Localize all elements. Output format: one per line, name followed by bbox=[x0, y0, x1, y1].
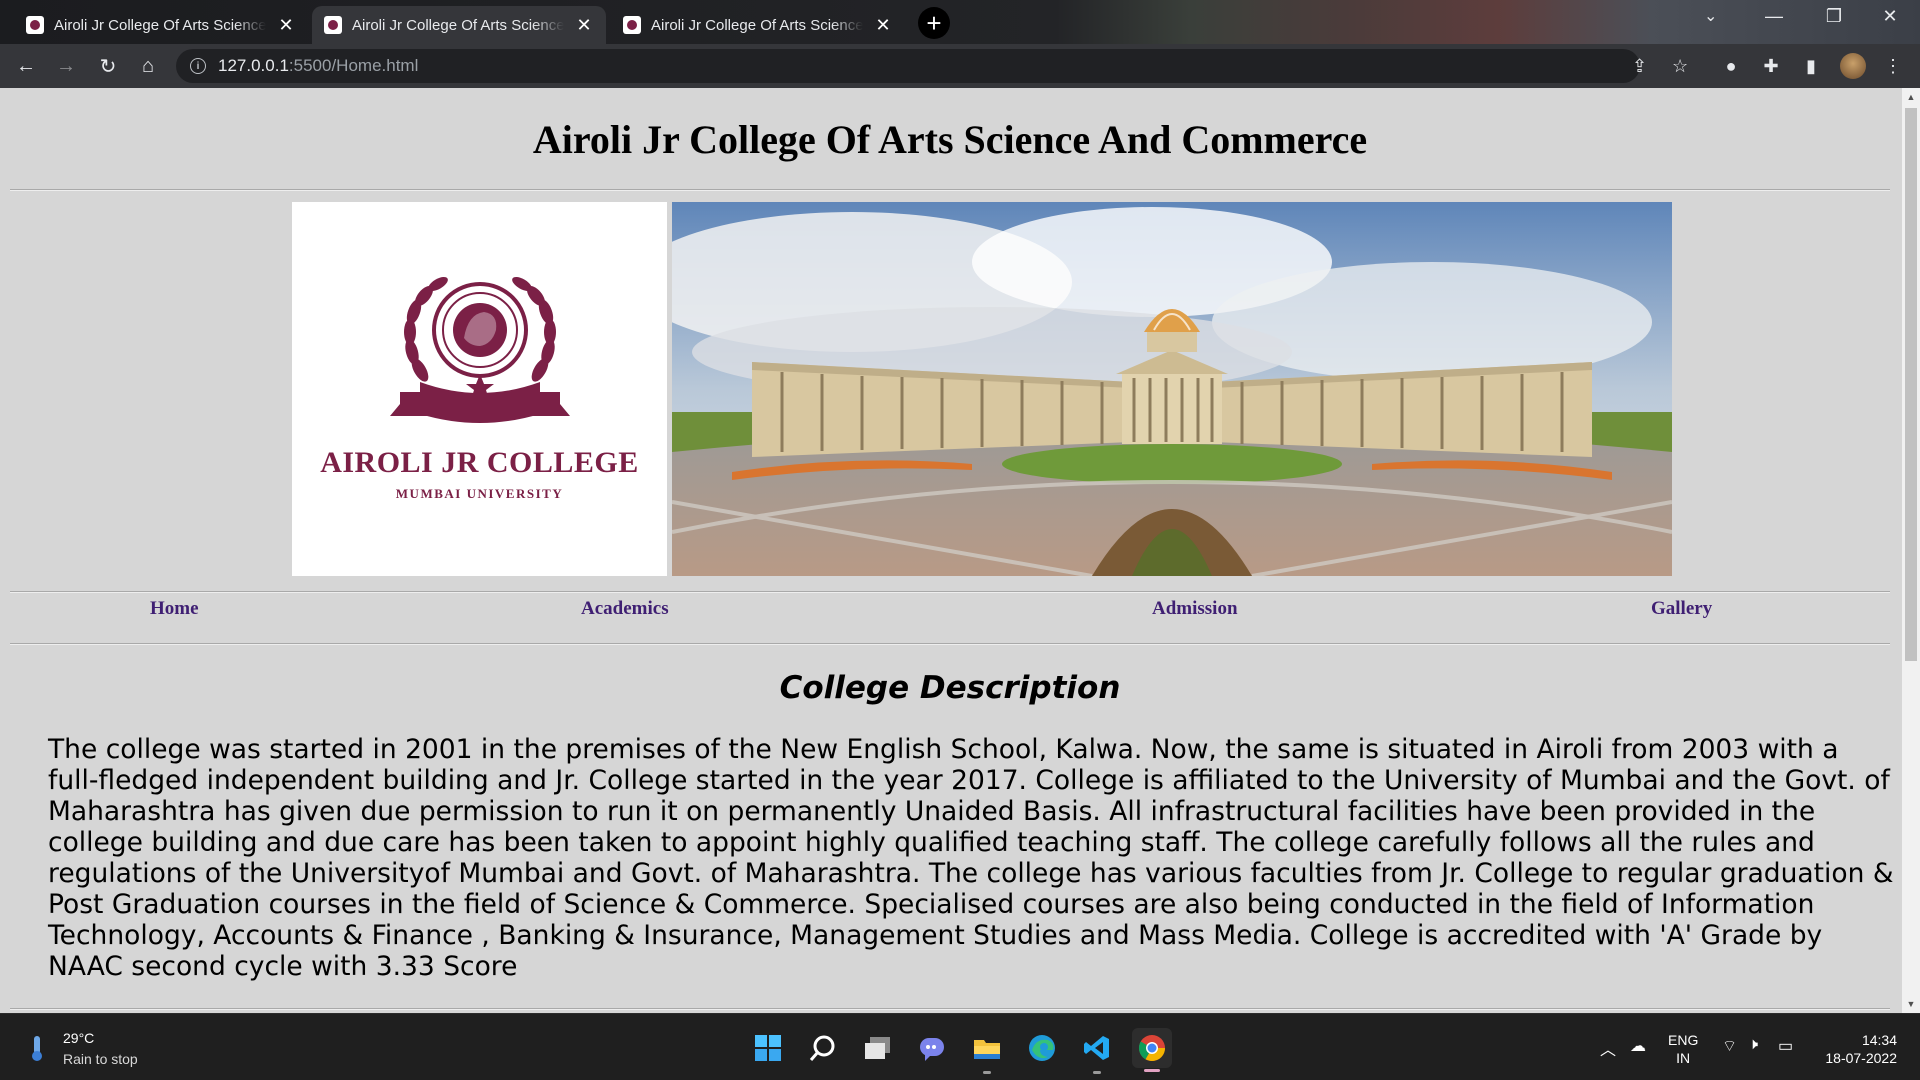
start-windows-icon[interactable] bbox=[748, 1028, 788, 1068]
back-arrow-icon[interactable]: ← bbox=[12, 52, 40, 80]
browser-tab-1[interactable]: Airoli Jr College Of Arts Science And Co… bbox=[14, 6, 308, 44]
browser-tab-strip: Airoli Jr College Of Arts Science And Co… bbox=[0, 0, 1920, 44]
browser-tab-3[interactable]: Airoli Jr College Of Arts Science And Co… bbox=[611, 6, 905, 44]
url-path: :5500/Home.html bbox=[288, 56, 419, 75]
nav-link-academics[interactable]: Academics bbox=[581, 598, 669, 620]
tab-title: Airoli Jr College Of Arts Science And Co… bbox=[54, 16, 266, 34]
edge-browser-icon[interactable] bbox=[1022, 1028, 1062, 1068]
description-text: The college was started in 2001 in the p… bbox=[48, 734, 1894, 982]
page-viewport: Airoli Jr College Of Arts Science And Co… bbox=[0, 88, 1920, 1013]
divider bbox=[10, 643, 1890, 645]
url-host: 127.0.0.1 bbox=[218, 56, 289, 75]
main-navigation: Home Academics Admission Gallery bbox=[10, 592, 1890, 628]
scrollbar-thumb[interactable] bbox=[1905, 108, 1917, 661]
minimize-icon[interactable]: — bbox=[1754, 6, 1794, 27]
bookmark-star-icon[interactable]: ☆ bbox=[1672, 49, 1688, 83]
nav-link-gallery[interactable]: Gallery bbox=[1651, 598, 1712, 620]
menu-kebab-icon[interactable]: ⋮ bbox=[1880, 53, 1906, 79]
extensions-puzzle-icon[interactable]: ✚ bbox=[1758, 53, 1784, 79]
task-view-icon[interactable] bbox=[858, 1028, 898, 1068]
tab-title: Airoli Jr College Of Arts Science And Co… bbox=[352, 16, 564, 34]
wifi-icon[interactable]: ⌔ bbox=[1722, 1036, 1737, 1056]
new-tab-button[interactable]: + bbox=[918, 7, 950, 39]
teams-chat-icon[interactable] bbox=[912, 1028, 952, 1068]
side-panel-icon[interactable]: ▮ bbox=[1798, 53, 1824, 79]
logo-college-name: AIROLI JR COLLEGE bbox=[320, 446, 639, 479]
rain-weather-icon[interactable] bbox=[30, 1034, 44, 1062]
home-icon[interactable]: ⌂ bbox=[134, 52, 162, 80]
file-explorer-icon[interactable] bbox=[967, 1028, 1007, 1074]
show-hidden-icons-chevron-icon[interactable]: ︿ bbox=[1600, 1036, 1616, 1060]
college-emblem-icon bbox=[389, 277, 570, 423]
tab-search-chevron-icon[interactable]: ⌄ bbox=[1704, 6, 1717, 26]
page-scrollbar[interactable]: ▲ ▼ bbox=[1902, 88, 1920, 1013]
restore-icon[interactable]: ❐ bbox=[1814, 6, 1854, 27]
divider bbox=[10, 1008, 1890, 1010]
profile-avatar[interactable] bbox=[1840, 53, 1866, 79]
reload-icon[interactable]: ↻ bbox=[94, 52, 122, 80]
nav-link-admission[interactable]: Admission bbox=[1152, 598, 1238, 620]
chrome-browser-icon[interactable] bbox=[1132, 1028, 1172, 1072]
region-code: IN bbox=[1676, 1050, 1691, 1066]
description-heading: College Description bbox=[779, 670, 1121, 706]
college-favicon-icon bbox=[623, 16, 641, 34]
clock-date: 18-07-2022 bbox=[1825, 1050, 1897, 1066]
share-icon[interactable]: ⇪ bbox=[1632, 49, 1647, 83]
divider bbox=[10, 189, 1890, 191]
language-code: ENG bbox=[1668, 1032, 1699, 1048]
windows-taskbar: 29°C Rain to stop ︿ ☁ ENG IN ⌔ 🕨 ▭ 14:34… bbox=[0, 1013, 1920, 1080]
close-icon[interactable]: ✕ bbox=[276, 15, 296, 35]
vscode-icon[interactable] bbox=[1077, 1028, 1117, 1074]
close-icon[interactable]: ✕ bbox=[873, 15, 893, 35]
college-favicon-icon bbox=[324, 16, 342, 34]
campus-photo bbox=[672, 202, 1672, 576]
extension-circle-icon[interactable]: ● bbox=[1718, 53, 1744, 79]
battery-icon[interactable]: ▭ bbox=[1778, 1036, 1793, 1056]
site-info-icon[interactable]: i bbox=[190, 58, 206, 74]
nav-link-home[interactable]: Home bbox=[150, 598, 199, 620]
browser-toolbar: ← → ↻ ⌂ i 127.0.0.1:5500/Home.html ⇪ ☆ ●… bbox=[0, 44, 1920, 88]
browser-tab-2[interactable]: Airoli Jr College Of Arts Science And Co… bbox=[312, 6, 606, 44]
clock-time: 14:34 bbox=[1861, 1032, 1897, 1048]
weather-temperature[interactable]: 29°C bbox=[63, 1030, 94, 1046]
scroll-down-arrow-icon[interactable]: ▼ bbox=[1902, 995, 1920, 1013]
weather-description[interactable]: Rain to stop bbox=[63, 1051, 138, 1067]
onedrive-sync-icon[interactable]: ☁ bbox=[1630, 1036, 1646, 1056]
college-logo: AIROLI JR COLLEGE MUMBAI UNIVERSITY bbox=[292, 202, 667, 576]
forward-arrow-icon[interactable]: → bbox=[52, 52, 80, 80]
address-bar[interactable]: i 127.0.0.1:5500/Home.html ⇪ ☆ bbox=[176, 49, 1688, 83]
input-language[interactable]: ENG IN bbox=[1668, 1031, 1698, 1067]
page-title: Airoli Jr College Of Arts Science And Co… bbox=[532, 117, 1368, 162]
scroll-up-arrow-icon[interactable]: ▲ bbox=[1902, 88, 1920, 106]
tab-title: Airoli Jr College Of Arts Science And Co… bbox=[651, 16, 863, 34]
close-icon[interactable]: ✕ bbox=[574, 15, 594, 35]
college-favicon-icon bbox=[26, 16, 44, 34]
logo-university: MUMBAI UNIVERSITY bbox=[395, 486, 564, 501]
window-close-icon[interactable]: ✕ bbox=[1870, 6, 1910, 27]
system-clock[interactable]: 14:34 18-07-2022 bbox=[1817, 1031, 1897, 1067]
speaker-muted-icon[interactable]: 🕨 bbox=[1748, 1036, 1758, 1054]
search-icon[interactable] bbox=[803, 1028, 843, 1068]
